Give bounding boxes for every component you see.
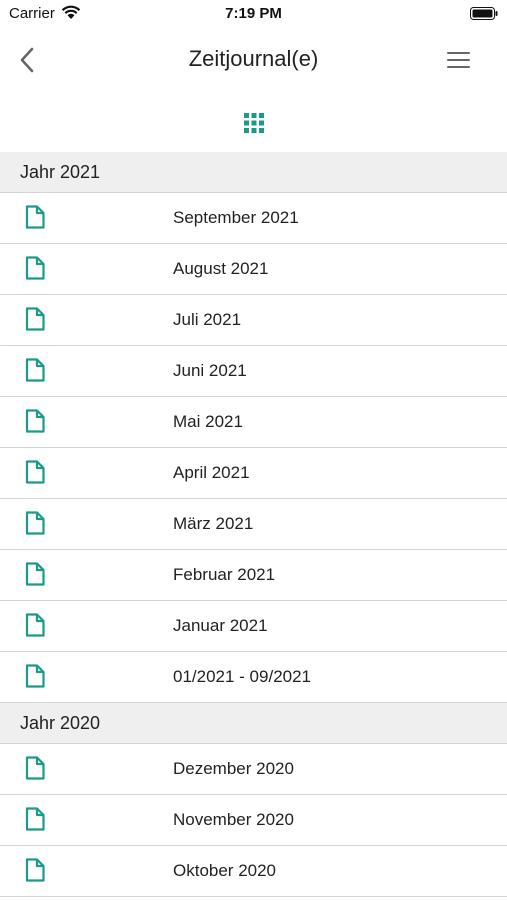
section-header: Jahr 2021	[0, 152, 507, 193]
list-item[interactable]: 01/2021 - 09/2021	[0, 652, 507, 703]
journal-list: Jahr 2021 September 2021 August 2021 Juli 2…	[0, 152, 507, 897]
list-item[interactable]: Februar 2021	[0, 550, 507, 601]
list-item-label: Oktober 2020	[173, 861, 277, 880]
section-header: Jahr 2020	[0, 703, 507, 744]
list-item-label: März 2021	[173, 514, 254, 533]
list-item-label: Juli 2021	[173, 310, 242, 329]
document-icon	[25, 664, 45, 688]
clock: 7:19 PM	[225, 5, 282, 22]
document-icon	[25, 756, 45, 780]
list-item[interactable]: Juni 2021	[0, 346, 507, 397]
list-item[interactable]: Januar 2021	[0, 601, 507, 652]
list-item[interactable]: November 2020	[0, 795, 507, 846]
list-item-label: Juni 2021	[173, 361, 247, 380]
document-icon	[25, 807, 45, 831]
document-icon	[25, 256, 45, 280]
document-icon	[25, 562, 45, 586]
document-icon	[25, 307, 45, 331]
list-item[interactable]: Oktober 2020	[0, 846, 507, 897]
list-item-label: Mai 2021	[173, 412, 243, 431]
document-icon	[25, 613, 45, 637]
list-item-label: Dezember 2020	[173, 759, 294, 778]
document-icon	[25, 460, 45, 484]
list-item[interactable]: Juli 2021	[0, 295, 507, 346]
list-item[interactable]: Dezember 2020	[0, 744, 507, 795]
document-icon	[25, 358, 45, 382]
document-icon	[25, 205, 45, 229]
list-item-label: Februar 2021	[173, 565, 276, 584]
page-title: Zeitjournal(e)	[188, 46, 319, 71]
grid-view-toggle[interactable]	[243, 112, 265, 134]
battery-icon	[470, 7, 498, 20]
list-item-label: Januar 2021	[173, 616, 268, 635]
list-item[interactable]: April 2021	[0, 448, 507, 499]
document-icon	[25, 511, 45, 535]
hamburger-menu-icon	[447, 52, 470, 68]
list-item-label: 01/2021 - 09/2021	[173, 667, 312, 686]
list-item-label: August 2021	[173, 259, 269, 278]
grid-icon	[244, 113, 264, 133]
document-icon	[25, 858, 45, 882]
list-item[interactable]: Mai 2021	[0, 397, 507, 448]
list-item[interactable]: August 2021	[0, 244, 507, 295]
list-item-label: November 2020	[173, 810, 294, 829]
list-item-label: September 2021	[173, 208, 299, 227]
document-icon	[25, 409, 45, 433]
list-item[interactable]: September 2021	[0, 193, 507, 244]
list-item[interactable]: März 2021	[0, 499, 507, 550]
navigation-bar: Zeitjournal(e)	[0, 28, 507, 92]
list-item-label: April 2021	[173, 463, 250, 482]
status-bar: Carrier 7:19 PM	[0, 0, 507, 28]
menu-button[interactable]	[445, 48, 473, 72]
